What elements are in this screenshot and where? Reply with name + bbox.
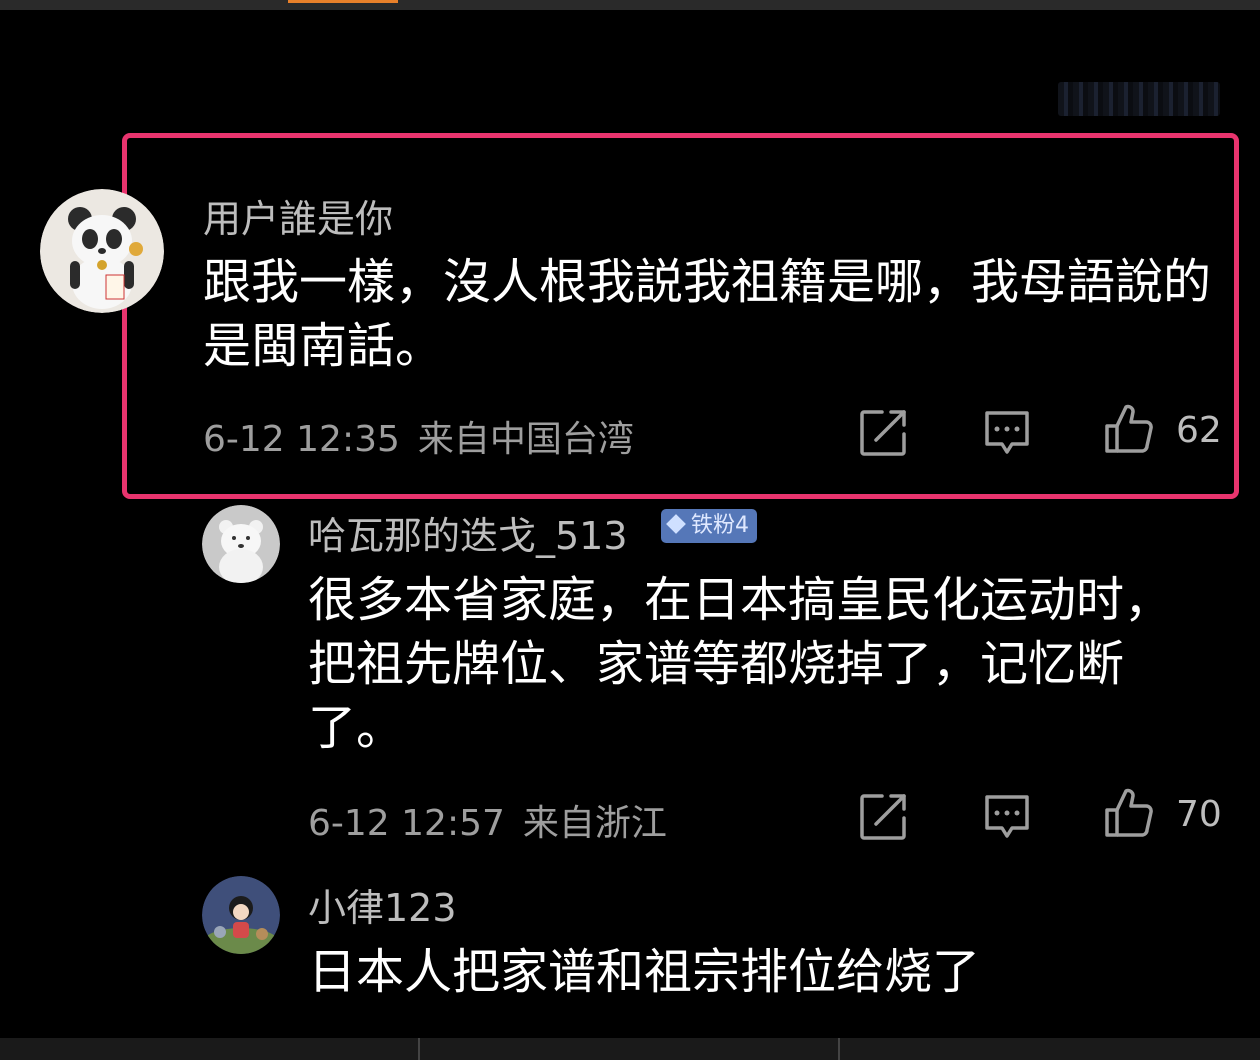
divider xyxy=(838,1038,840,1060)
comment-icon[interactable] xyxy=(982,792,1032,842)
avatar[interactable] xyxy=(40,189,164,313)
like-count: 62 xyxy=(1176,410,1222,451)
comment-location: 来自中国台湾 xyxy=(417,419,634,460)
thumbs-up-icon[interactable] xyxy=(1104,788,1154,838)
comment-time: 6-12 12:35 xyxy=(203,419,400,460)
comment-content: 日本人把家谱和祖宗排位给烧了 xyxy=(308,944,981,1000)
top-strip xyxy=(0,0,1260,10)
comment-content: 很多本省家庭，在日本搞皇民化运动时，把祖先牌位、家谱等都烧掉了，记忆断了。 xyxy=(308,572,1173,756)
comment-username[interactable]: 小律123 xyxy=(308,877,457,932)
share-icon[interactable] xyxy=(858,408,908,458)
divider xyxy=(418,1038,420,1060)
top-tab-indicator xyxy=(288,0,398,3)
comment-location: 来自浙江 xyxy=(522,803,667,844)
comment-username[interactable]: 哈瓦那的迭戈_513 xyxy=(308,505,628,560)
fan-badge-label: 铁粉4 xyxy=(691,513,749,538)
polar-bear-avatar-icon xyxy=(202,505,280,583)
share-icon[interactable] xyxy=(858,792,908,842)
comment-username[interactable]: 用户誰是你 xyxy=(203,188,393,243)
diamond-icon xyxy=(666,514,686,534)
panda-avatar-icon xyxy=(40,189,164,313)
comment-icon[interactable] xyxy=(982,408,1032,458)
girl-avatar-icon xyxy=(202,876,280,954)
comment-time: 6-12 12:57 xyxy=(308,803,505,844)
avatar[interactable] xyxy=(202,876,280,954)
like-count: 70 xyxy=(1176,794,1222,835)
comment-content: 跟我一樣，沒人根我説我祖籍是哪，我母語說的是閩南話。 xyxy=(203,254,1212,374)
fan-badge: 铁粉4 xyxy=(661,509,757,543)
avatar[interactable] xyxy=(202,505,280,583)
thumbs-up-icon[interactable] xyxy=(1104,404,1154,454)
blurred-text xyxy=(1058,82,1220,116)
bottom-bar xyxy=(0,1038,1260,1060)
comment-meta: 6-12 12:57 来自浙江 xyxy=(308,794,667,846)
comment-meta: 6-12 12:35 来自中国台湾 xyxy=(203,410,634,462)
